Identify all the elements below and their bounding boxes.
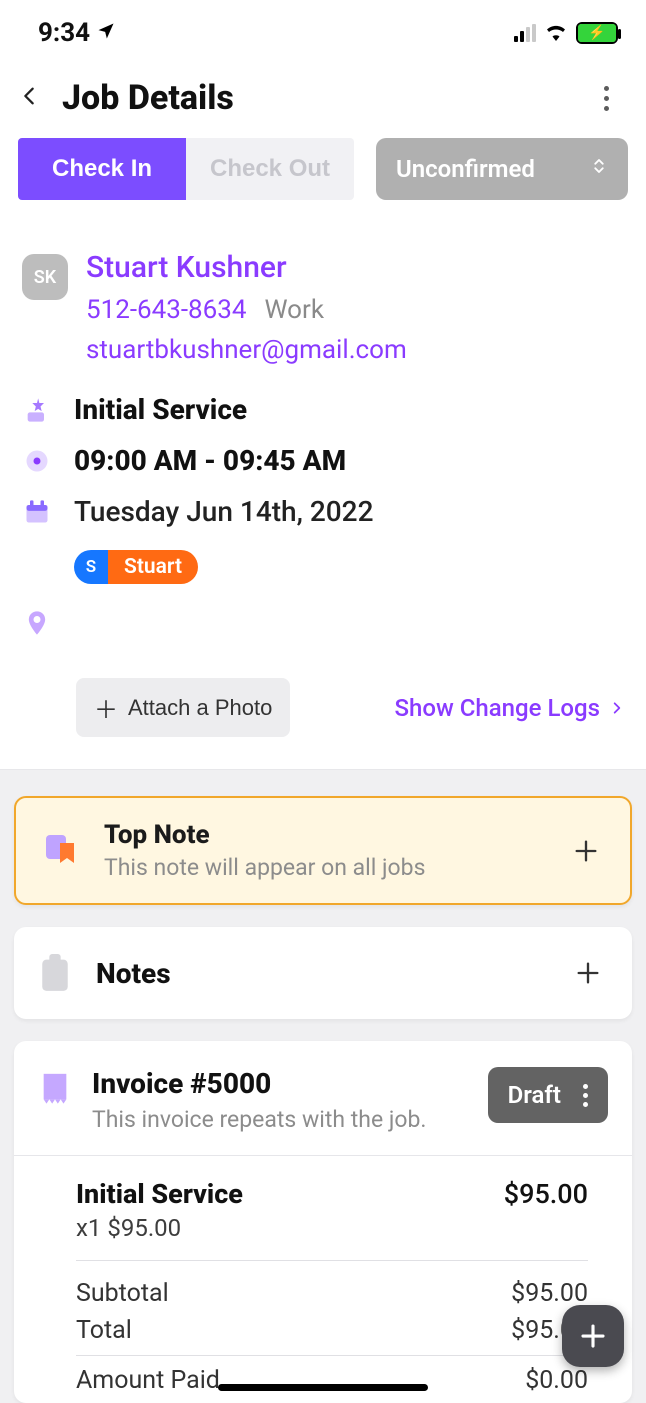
invoice-more-icon[interactable] [583, 1084, 588, 1107]
job-date: Tuesday Jun 14th, 2022 [74, 495, 374, 528]
customer-email[interactable]: stuartbkushner@gmail.com [86, 335, 407, 365]
top-note-subtitle: This note will appear on all jobs [104, 854, 542, 881]
add-top-note-button[interactable] [566, 831, 606, 871]
line-item-qty-price: x1 $95.00 [76, 1214, 588, 1242]
home-indicator [218, 1384, 428, 1391]
mid-actions: ＋ Attach a Photo Show Change Logs [0, 638, 646, 769]
invoice-header: Invoice #5000 This invoice repeats with … [14, 1041, 632, 1155]
invoice-totals: Subtotal $95.00 Total $95.00 Amount Paid… [14, 1261, 632, 1403]
assignee-chip[interactable]: S Stuart [74, 550, 198, 584]
show-change-logs-link[interactable]: Show Change Logs [394, 694, 624, 722]
service-icon [22, 395, 52, 425]
assignee-row: S Stuart [74, 550, 624, 584]
page-header: Job Details [0, 60, 646, 138]
notes-card[interactable]: Notes [14, 927, 632, 1019]
action-row: Check In Check Out Unconfirmed [0, 138, 646, 222]
line-item-amount: $95.00 [504, 1178, 588, 1210]
total-label: Total [76, 1316, 132, 1345]
status-right: ⚡ [514, 21, 618, 45]
back-button[interactable] [18, 81, 40, 115]
customer-phone[interactable]: 512-643-8634 [86, 295, 247, 325]
notes-title: Notes [96, 957, 544, 990]
customer-avatar[interactable]: SK [22, 254, 68, 300]
line-item-name: Initial Service [76, 1178, 243, 1210]
top-note-card[interactable]: Top Note This note will appear on all jo… [14, 796, 632, 905]
time-row: 09:00 AM - 09:45 AM [22, 444, 624, 477]
assignee-name: Stuart [108, 550, 198, 584]
customer-phone-type: Work [265, 295, 325, 325]
wifi-icon [544, 21, 568, 45]
job-status-dropdown[interactable]: Unconfirmed [376, 138, 628, 200]
invoice-icon [38, 1071, 72, 1105]
location-arrow-icon [96, 18, 116, 48]
more-menu-button[interactable] [586, 80, 626, 117]
customer-row: SK Stuart Kushner 512-643-8634 Work stua… [22, 250, 624, 365]
job-status-label: Unconfirmed [396, 155, 535, 183]
invoice-status-badge[interactable]: Draft [488, 1067, 608, 1123]
subtotal-label: Subtotal [76, 1279, 169, 1308]
fab-add-button[interactable] [562, 1305, 624, 1367]
invoice-subtitle: This invoice repeats with the job. [92, 1106, 468, 1133]
subtotal-value: $95.00 [511, 1279, 588, 1308]
service-row: Initial Service [22, 393, 624, 426]
invoice-title: Invoice #5000 [92, 1067, 468, 1100]
invoice-card: Invoice #5000 This invoice repeats with … [14, 1041, 632, 1403]
amount-paid-label: Amount Paid [76, 1366, 220, 1395]
status-time: 9:34 [38, 18, 90, 48]
calendar-icon [22, 497, 52, 527]
invoice-status-label: Draft [508, 1081, 561, 1109]
notes-icon [38, 954, 72, 992]
page-title: Job Details [62, 78, 564, 118]
chevron-right-icon [610, 697, 624, 719]
check-in-button[interactable]: Check In [18, 138, 186, 200]
customer-name[interactable]: Stuart Kushner [86, 250, 407, 285]
amount-paid-value: $0.00 [525, 1366, 588, 1395]
time-range: 09:00 AM - 09:45 AM [74, 444, 346, 477]
customer-section: SK Stuart Kushner 512-643-8634 Work stua… [0, 222, 646, 638]
chevron-updown-icon [590, 154, 608, 184]
clock-icon [22, 446, 52, 476]
battery-icon: ⚡ [576, 22, 618, 44]
plus-icon: ＋ [94, 690, 118, 725]
status-time-group: 9:34 [38, 18, 116, 48]
cell-signal-icon [514, 24, 536, 42]
top-note-title: Top Note [104, 820, 542, 850]
date-row: Tuesday Jun 14th, 2022 [22, 495, 624, 528]
job-detail-rows: Initial Service 09:00 AM - 09:45 AM Tues… [22, 393, 624, 638]
add-note-button[interactable] [568, 953, 608, 993]
divider [76, 1355, 588, 1356]
attach-photo-label: Attach a Photo [128, 695, 272, 721]
check-out-button[interactable]: Check Out [186, 138, 354, 200]
service-name: Initial Service [74, 393, 247, 426]
invoice-line-item: Initial Service $95.00 x1 $95.00 [14, 1156, 632, 1260]
location-row[interactable] [22, 608, 624, 638]
canvas-area: Top Note This note will appear on all jo… [0, 769, 646, 1403]
change-logs-label: Show Change Logs [394, 694, 600, 722]
attach-photo-button[interactable]: ＋ Attach a Photo [76, 678, 290, 737]
top-note-icon [40, 831, 80, 871]
pin-icon [22, 608, 52, 638]
assignee-avatar: S [74, 550, 108, 584]
status-bar: 9:34 ⚡ [0, 0, 646, 60]
